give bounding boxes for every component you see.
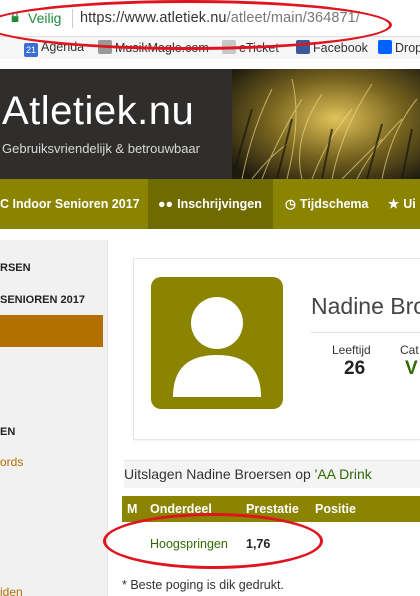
nav-competition[interactable]: C Indoor Senioren 2017 — [0, 179, 148, 229]
sidebar-active-item[interactable] — [0, 315, 103, 347]
dropbox-icon — [378, 40, 392, 54]
best-attempt-footnote: * Beste poging is dik gedrukt. — [122, 578, 284, 592]
main-nav: C Indoor Senioren 2017 ●● Inschrijvingen … — [0, 179, 420, 229]
stat-value-category: V — [405, 358, 418, 379]
stat-label-age: Leeftijd — [332, 343, 371, 357]
sidebar-item-en[interactable]: EN — [0, 426, 15, 438]
sidebar-link-bottom[interactable]: iden — [0, 585, 23, 596]
bookmark-drop[interactable]: Drop — [378, 40, 420, 55]
nav-tijdschema[interactable]: ◷ Tijdschema — [285, 179, 380, 229]
sidebar-link-records[interactable]: ords — [0, 455, 23, 469]
site-logo[interactable]: Atletiek.nu — [2, 89, 194, 134]
site-header: Atletiek.nu Gebruiksvriendelijk & betrou… — [0, 69, 420, 179]
avatar-placeholder-icon — [151, 277, 283, 409]
clock-icon: ◷ — [285, 197, 296, 211]
col-header-m[interactable]: M — [127, 502, 137, 516]
nav-uitslagen[interactable]: ★ Ui — [388, 179, 420, 229]
sidebar-item-indoor-2017[interactable]: SENIOREN 2017 — [0, 294, 85, 306]
stat-value-age: 26 — [344, 358, 366, 379]
header-grass-image — [232, 69, 420, 179]
athlete-profile-card: Nadine Broe Leeftijd 26 Cat V — [133, 258, 420, 440]
users-icon: ●● — [158, 197, 174, 211]
competition-link[interactable]: 'AA Drink — [315, 466, 372, 482]
calendar-icon: 21 — [24, 43, 38, 57]
results-heading: Uitslagen Nadine Broersen op 'AA Drink — [124, 460, 420, 488]
stat-label-category: Cat — [400, 343, 419, 357]
stats-divider — [311, 332, 420, 333]
col-header-prestatie[interactable]: Prestatie — [246, 502, 299, 516]
athlete-name: Nadine Broe — [311, 293, 420, 319]
trophy-icon: ★ — [388, 197, 400, 211]
annotation-ellipse-result — [103, 513, 323, 569]
annotation-ellipse-url — [0, 0, 392, 50]
col-header-positie[interactable]: Positie — [315, 502, 356, 516]
sidebar: RSEN SENIOREN 2017 EN ords iden — [0, 240, 108, 596]
nav-inschrijvingen[interactable]: ●● Inschrijvingen — [148, 179, 273, 229]
site-tagline: Gebruiksvriendelijk & betrouwbaar — [2, 141, 200, 156]
sidebar-item-senioren[interactable]: RSEN — [0, 262, 31, 274]
